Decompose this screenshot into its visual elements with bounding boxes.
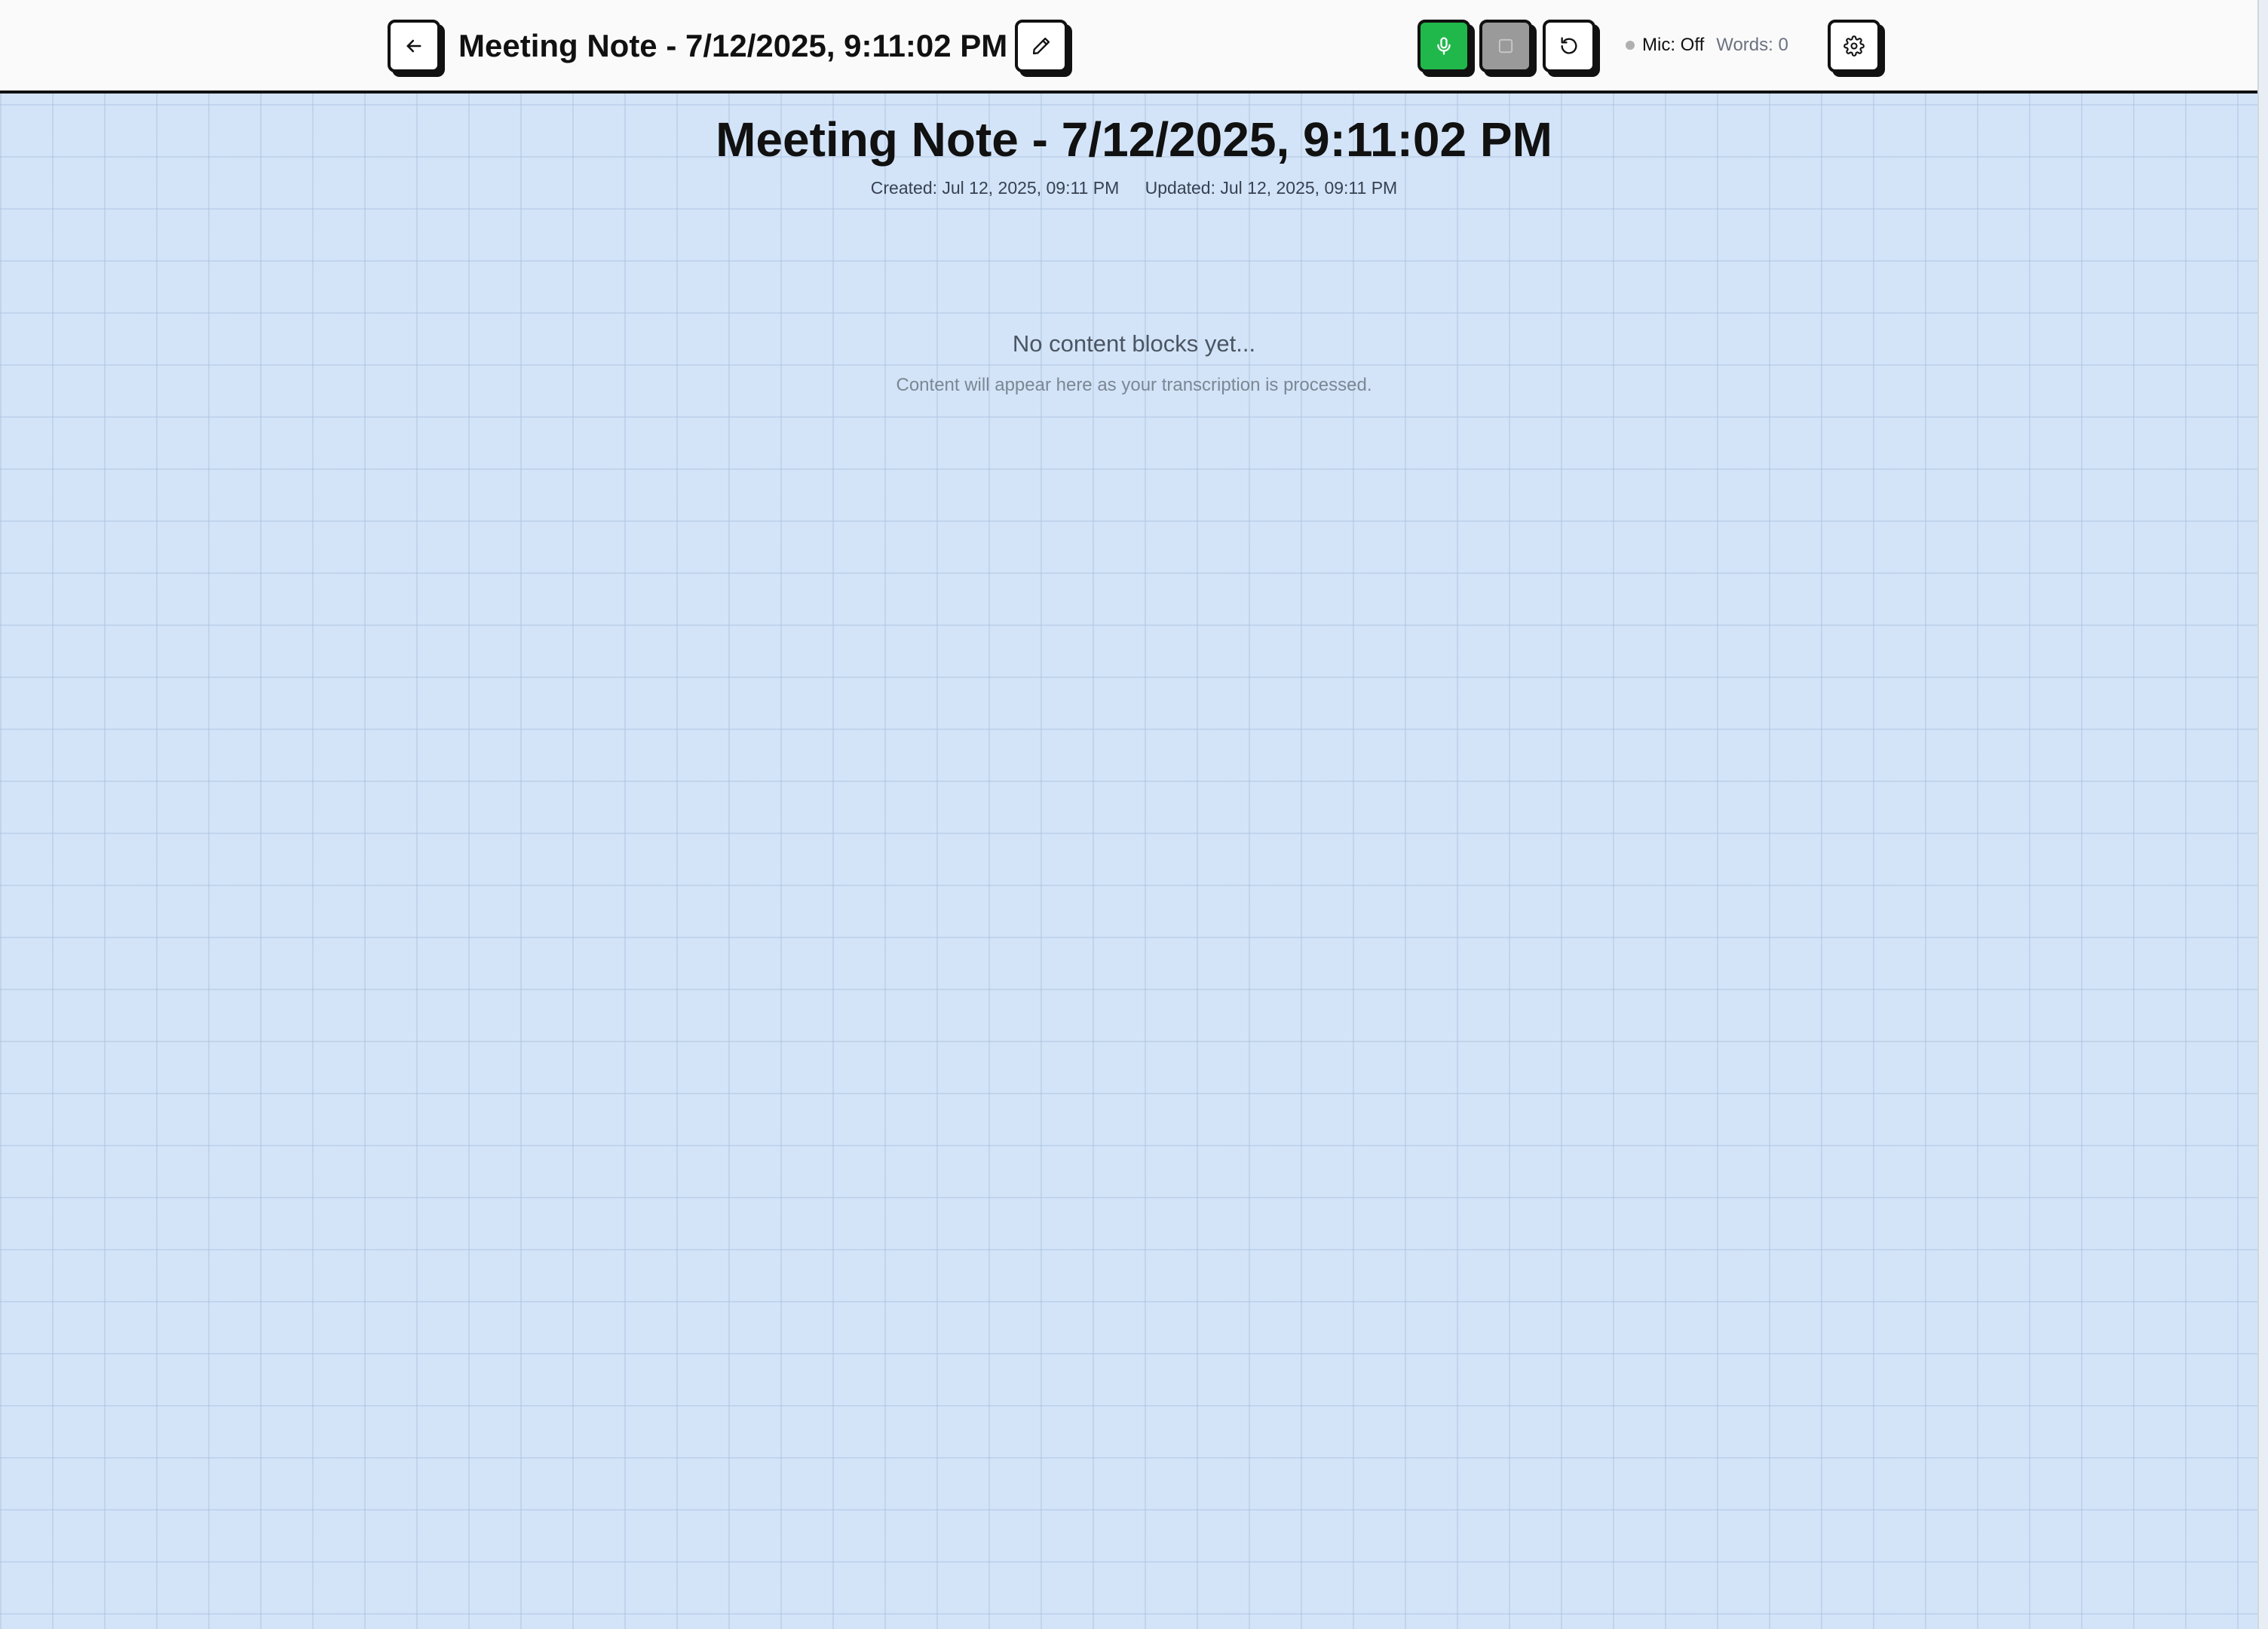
- gear-icon: [1844, 35, 1865, 57]
- stop-square-icon: [1498, 38, 1513, 54]
- word-count-label: Words: 0: [1716, 35, 1788, 55]
- empty-state-subtitle: Content will appear here as your transcr…: [896, 375, 1372, 395]
- reset-button[interactable]: [1543, 20, 1595, 72]
- note-timestamps: Created: Jul 12, 2025, 09:11 PM Updated:…: [0, 178, 2268, 198]
- top-toolbar: Meeting Note - 7/12/2025, 9:11:02 PM Mic…: [0, 0, 2259, 94]
- edit-title-button[interactable]: [1015, 20, 1068, 72]
- note-title: Meeting Note - 7/12/2025, 9:11:02 PM: [716, 112, 1552, 167]
- note-page: Meeting Note - 7/12/2025, 9:11:02 PM Mic…: [0, 0, 2268, 1629]
- settings-button[interactable]: [1828, 20, 1880, 72]
- microphone-button[interactable]: [1418, 20, 1470, 72]
- vertical-scrollbar[interactable]: [2257, 0, 2268, 1629]
- mic-status-label: Mic: Off: [1642, 35, 1705, 55]
- pencil-icon: [1032, 37, 1050, 55]
- rotate-ccw-icon: [1561, 37, 1577, 54]
- created-timestamp: Created: Jul 12, 2025, 09:11 PM: [870, 178, 1120, 198]
- mic-status-dot: [1626, 41, 1635, 50]
- mic-status-indicator: Mic: Off Words: 0: [1626, 30, 1788, 60]
- toolbar-note-title: Meeting Note - 7/12/2025, 9:11:02 PM: [458, 28, 1008, 63]
- arrow-left-icon: [406, 39, 421, 53]
- stop-recording-button[interactable]: [1479, 20, 1532, 72]
- back-button[interactable]: [388, 20, 440, 72]
- updated-timestamp: Updated: Jul 12, 2025, 09:11 PM: [1145, 178, 1398, 198]
- microphone-icon: [1437, 37, 1451, 55]
- empty-state-title: No content blocks yet...: [1012, 330, 1256, 357]
